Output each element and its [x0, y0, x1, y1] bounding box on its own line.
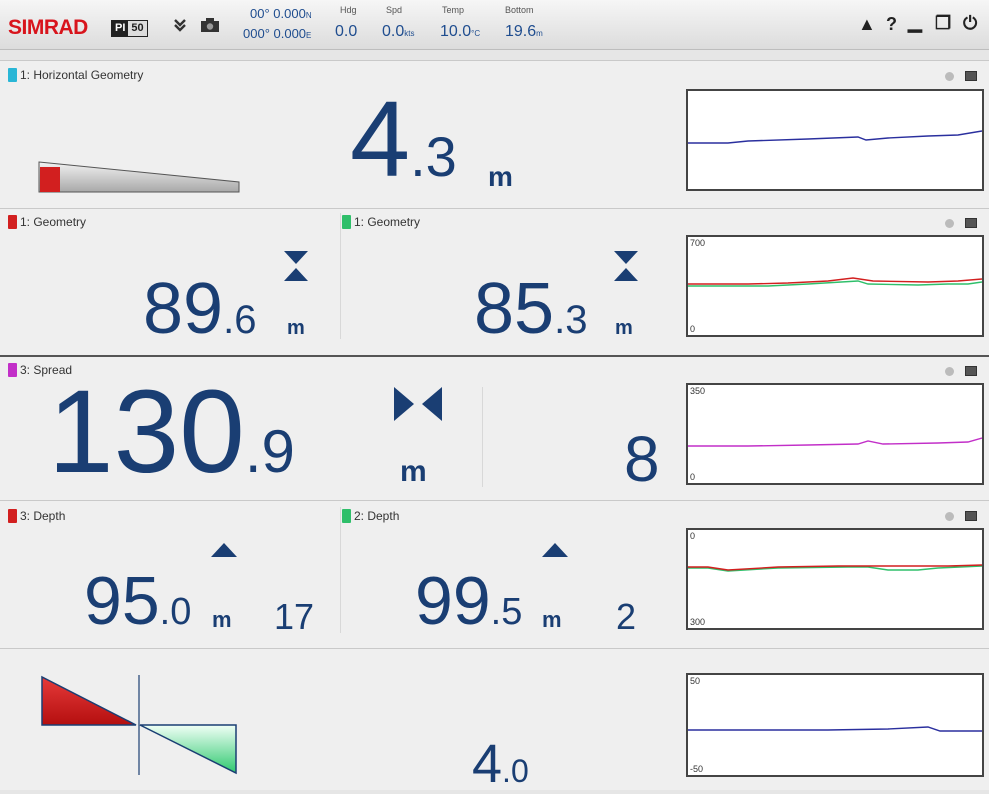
hourglass-icon	[614, 251, 638, 281]
history-plot: 0 300	[686, 528, 984, 630]
panel-geometry[interactable]: 1: Geometry 1: Geometry 89.6 m 85.3 m 70…	[0, 208, 989, 355]
model-badge: PI 50	[111, 20, 148, 37]
panel-menu-icon[interactable]	[965, 366, 977, 376]
hdg-label: Hdg	[340, 5, 357, 15]
panel-title-text: 1: Geometry	[354, 215, 421, 229]
history-plot: 700 0	[686, 235, 984, 337]
depth2-value: 99.5	[415, 563, 523, 639]
panel-title-text: 3: Depth	[20, 509, 66, 523]
up-triangle-icon	[542, 543, 568, 557]
camera-icon[interactable]	[200, 17, 220, 37]
up-triangle-icon	[211, 543, 237, 557]
panel-horizontal-geometry[interactable]: 1: Horizontal Geometry 4.3 m	[0, 60, 989, 208]
panel-title-text: 2: Depth	[354, 509, 400, 523]
depth2-unit: m	[542, 607, 562, 632]
panel-title: 2: Depth	[342, 509, 399, 523]
panel-title-text: 1: Geometry	[20, 215, 87, 229]
panel-title: 3: Depth	[8, 509, 65, 523]
sensor-swatch	[342, 215, 351, 229]
depth3-count: 17	[274, 596, 315, 637]
sensor-swatch	[8, 68, 17, 82]
top-bar: SIMRAD PI 50 00° 0.000N 000° 0.000E Hdg …	[0, 0, 989, 50]
spread-value: 130.9	[48, 366, 295, 498]
alarm-icon[interactable]: ▲	[858, 14, 876, 35]
geom1-unit: m	[287, 317, 305, 339]
panel-depth[interactable]: 3: Depth 2: Depth 95.0 m 17 99.5 m 2 0 3…	[0, 500, 989, 648]
divider	[482, 387, 483, 487]
panel-roll[interactable]: 4.0 50 -50	[0, 648, 989, 794]
depth3-value: 95.0	[84, 563, 192, 639]
sensor-swatch	[8, 363, 17, 377]
longitude: 000° 0.000E	[243, 26, 312, 41]
history-line	[688, 726, 982, 732]
history-lines	[688, 277, 982, 287]
panel-menu-icon[interactable]	[965, 511, 977, 521]
chevron-double-down-icon[interactable]	[172, 17, 188, 37]
panel-spread[interactable]: 3: Spread 130.9 m 8 350 0	[0, 355, 989, 500]
status-dot	[945, 367, 954, 376]
panel-menu-icon[interactable]	[965, 218, 977, 228]
panel-menu-icon[interactable]	[965, 71, 977, 81]
bottom-label: Bottom	[505, 5, 534, 15]
history-plot: 50 -50	[686, 673, 984, 777]
history-line	[688, 130, 982, 144]
panel-title: 1: Geometry	[342, 215, 420, 229]
spd-value: 0.0kts	[382, 23, 415, 40]
sensor-swatch	[8, 509, 17, 523]
history-plot	[686, 89, 984, 191]
power-icon[interactable]: ⏻	[963, 13, 977, 34]
sensor-swatch	[342, 509, 351, 523]
hourglass-icon	[284, 251, 308, 281]
hgeom-value: 4.3	[350, 78, 457, 199]
geom1-value: 89.6	[143, 269, 257, 349]
latitude: 00° 0.000N	[250, 6, 312, 21]
spd-label: Spd	[386, 5, 403, 15]
roll-indicator-icon	[41, 675, 237, 775]
status-dot	[945, 72, 954, 81]
model-badge-number: 50	[128, 21, 147, 36]
panel-title-text: 1: Horizontal Geometry	[20, 68, 144, 82]
history-plot: 350 0	[686, 383, 984, 485]
hgeom-unit: m	[488, 161, 513, 192]
bottom-value: 19.6m	[505, 23, 543, 40]
divider	[340, 213, 341, 339]
status-dot	[945, 512, 954, 521]
minimize-icon[interactable]: ▁	[908, 12, 922, 33]
temp-value: 10.0°C	[440, 23, 481, 40]
simrad-logo: SIMRAD	[8, 16, 88, 39]
history-lines	[688, 564, 982, 572]
depth2-count: 2	[616, 596, 637, 637]
spread-count: 8	[624, 423, 660, 495]
spread-unit: m	[400, 455, 427, 488]
spread-arrows-icon	[394, 387, 442, 421]
model-badge-pi: PI	[112, 21, 129, 36]
sensor-swatch	[8, 215, 17, 229]
geom2-unit: m	[615, 317, 633, 339]
panel-title: 1: Geometry	[8, 215, 86, 229]
help-icon[interactable]: ?	[886, 14, 897, 35]
history-line	[688, 437, 982, 447]
status-dot	[945, 219, 954, 228]
roll-value: 4.0	[472, 734, 529, 794]
geometry-wedge-icon	[38, 161, 240, 193]
window-icon[interactable]: ❐	[935, 13, 951, 34]
depth3-unit: m	[212, 607, 232, 632]
temp-label: Temp	[442, 5, 465, 15]
panel-title: 1: Horizontal Geometry	[8, 68, 143, 82]
divider	[340, 507, 341, 633]
hdg-value: 0.0	[335, 23, 358, 40]
geom2-value: 85.3	[474, 269, 588, 349]
